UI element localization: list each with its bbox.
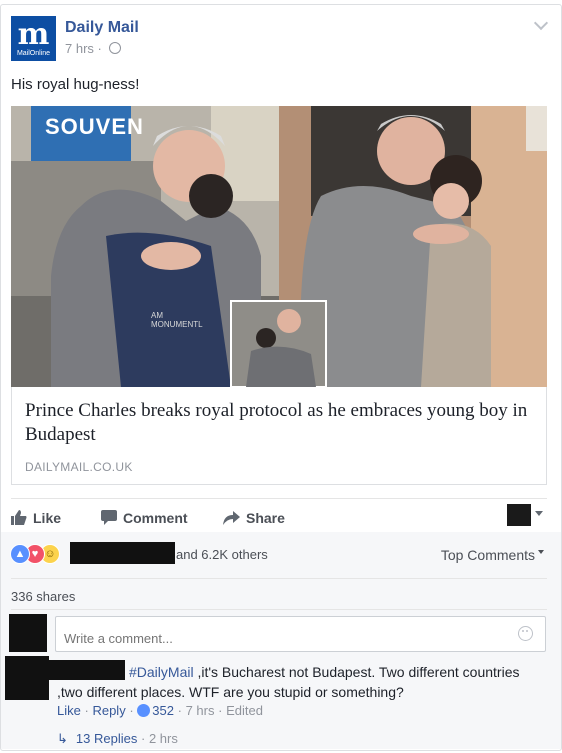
page-name[interactable]: Daily Mail [65,19,139,37]
link-domain: DAILYMAIL.CO.UK [25,460,133,474]
post-text: His royal hug-ness! [11,76,140,93]
link-preview[interactable]: Prince Charles breaks royal protocol as … [11,387,547,485]
replies-count[interactable]: 13 Replies [76,731,137,746]
post-actions-bar: Like Comment Share [11,498,547,533]
post-meta: 7 hrs · [65,41,121,56]
redacted-names [70,542,175,564]
globe-icon [108,42,121,54]
comment-hashtag[interactable]: #DailyMail [129,664,194,680]
comment-edited[interactable]: Edited [226,703,263,718]
comment-label: Comment [123,510,188,526]
comment-actions: Like · Reply · 352 · 7 hrs · Edited [57,703,263,718]
link-photo[interactable]: SOUVEN AM MONUMENTL [11,106,547,387]
commenter-avatar[interactable] [9,614,47,652]
link-title[interactable]: Prince Charles breaks royal protocol as … [25,399,535,447]
share-arrow-icon [223,511,240,528]
meta-separator: · [97,41,102,56]
actor-avatar[interactable] [507,504,531,526]
comment-reply-link[interactable]: Reply [92,703,125,718]
top-comments-dropdown[interactable]: Top Comments [441,547,544,563]
comment-like-badge-icon [137,704,151,717]
share-label: Share [246,510,285,526]
comment-input[interactable] [55,616,546,652]
smiley-icon[interactable] [518,626,533,641]
comment-author-avatar[interactable] [5,656,49,700]
like-reaction-icon: ▲ [10,544,30,564]
divider [11,578,547,579]
replies-time: 2 hrs [148,731,178,746]
comment-button[interactable]: Comment [101,510,188,528]
separator: · [140,731,146,746]
post-time[interactable]: 7 hrs [65,41,94,56]
view-replies[interactable]: ↳ 13 Replies · 2 hrs [57,731,178,747]
comment-text: ,it's Bucharest not Budapest. Two differ… [57,664,520,700]
reaction-others[interactable]: and 6.2K others [176,547,268,562]
comment-like-count[interactable]: 352 [152,703,174,718]
comment-like-link[interactable]: Like [57,703,81,718]
separator: · [177,703,182,718]
logo-letter: m [17,17,50,52]
photo-shirt-text: AM MONUMENTL [151,311,203,329]
photo-illustration [11,106,547,387]
like-button[interactable]: Like [11,510,61,528]
divider [11,609,547,610]
separator: · [129,703,134,718]
comment-body: #DailyMail ,it's Bucharest not Budapest.… [57,662,537,702]
comment-time[interactable]: 7 hrs [186,703,215,718]
separator: · [84,703,89,718]
separator: · [218,703,223,718]
shares-count[interactable]: 336 shares [11,589,75,604]
comment-bubble-icon [101,510,117,528]
actor-selector-caret-icon[interactable] [535,511,543,516]
reply-arrow-icon: ↳ [57,731,68,746]
thumbs-up-icon [11,510,27,528]
logo-subtext: MailOnline [16,50,51,57]
page-avatar[interactable]: m MailOnline [11,16,56,61]
like-label: Like [33,510,62,526]
share-button[interactable]: Share [223,510,285,528]
photo-sign-text: SOUVEN [45,114,144,139]
